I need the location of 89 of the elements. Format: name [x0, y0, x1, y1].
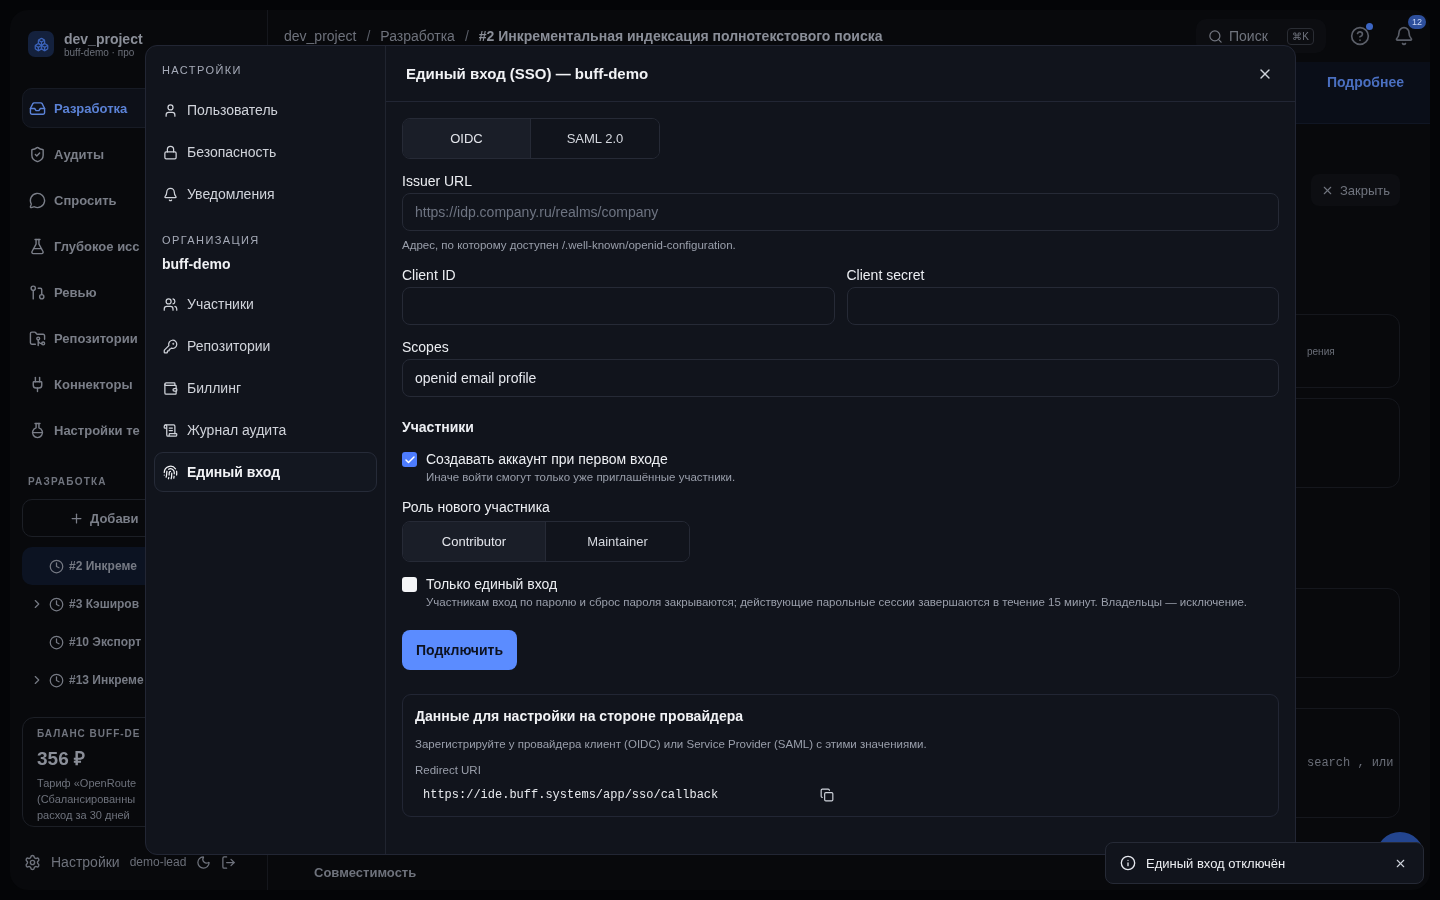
card-title: Данные для настройки на стороне провайдера [415, 708, 744, 724]
card-description: Зарегистрируйте у провайдера клиент (OIDC) или Service Provider (SAML) с этими значениями. [415, 738, 928, 750]
breadcrumb[interactable]: Разработка [380, 28, 455, 44]
tab-label[interactable]: Совместимость [314, 864, 417, 880]
flask-icon [29, 421, 46, 439]
search-icon [1208, 28, 1223, 44]
settings-nav-item[interactable]: Участники [154, 284, 377, 324]
field-label: Client ID [402, 267, 457, 285]
balance-text: (Сбалансированны [37, 792, 137, 807]
checkbox-label: Создавать аккаунт при первом входе [426, 451, 669, 467]
scroll-icon [163, 422, 178, 438]
checkbox[interactable] [402, 452, 417, 467]
project-logo [28, 31, 54, 57]
key-icon [163, 338, 178, 354]
field-label: Issuer URL [402, 173, 474, 191]
task-item[interactable]: #13 Инкреме [22, 661, 255, 699]
role-option[interactable]: Contributor [403, 522, 546, 561]
task-item[interactable]: #3 Кэширов [22, 585, 255, 623]
card-text: search , или [1307, 756, 1394, 770]
chat-icon [29, 191, 46, 209]
balance-title: БАЛАНС BUFF-DE [37, 728, 142, 739]
clock-icon [49, 558, 64, 574]
field-label: Redirect URI [415, 764, 482, 776]
inbox-icon [29, 99, 46, 117]
users-icon [163, 296, 178, 312]
details-link[interactable]: Подробнее [1326, 74, 1404, 90]
card-text: рения [1307, 345, 1335, 357]
breadcrumb-separator: / [366, 28, 371, 44]
client-id-field[interactable] [402, 287, 835, 325]
pull-request-icon [29, 283, 46, 301]
logout-icon[interactable] [221, 854, 237, 870]
field-label: Scopes [402, 339, 450, 357]
breadcrumb-separator: / [464, 28, 469, 44]
protocol-option[interactable]: OIDC [403, 119, 531, 158]
toast-message: Единый вход отключён [1146, 855, 1287, 871]
task-item[interactable]: #10 Экспорт [22, 623, 255, 661]
settings-nav-item[interactable]: Уведомления [154, 174, 377, 214]
connect-button[interactable]: Подключить [402, 630, 517, 670]
scopes-field[interactable]: openid email profile [402, 359, 1279, 397]
settings-nav-item[interactable]: Журнал аудита [154, 410, 377, 450]
client-secret-field[interactable] [846, 287, 1279, 325]
field-hint: Адрес, по которому доступен /.well-known/openid-configuration. [402, 238, 737, 253]
user-icon [163, 102, 178, 118]
folder-icon [29, 329, 46, 347]
clock-icon [49, 596, 64, 612]
field-label: Роль нового участника [402, 499, 551, 517]
fingerprint-icon [163, 464, 178, 480]
checkbox-hint: Участникам вход по паролю и сброс пароля закрываются; действующие парольные сессии завершаются в течение 15 минут. Владельцы — исключение. [426, 595, 1248, 610]
balance-text: расход за 30 дней [37, 808, 131, 823]
sidebar-heading: НАСТРОЙКИ [161, 64, 243, 78]
settings-nav-item[interactable]: Биллинг [154, 368, 377, 408]
checkbox-hint: Иначе войти смогут только уже приглашённые участники. [426, 470, 736, 485]
sidebar-heading: ОРГАНИЗАЦИЯ [161, 234, 261, 248]
close-button[interactable]: Закрыть [1310, 174, 1400, 206]
breadcrumb[interactable]: #2 Инкрементальная индексация полнотекстового поиска [478, 28, 883, 44]
redirect-uri: https://ide.buff.systems/app/sso/callback [423, 788, 719, 802]
lock-icon [163, 144, 178, 160]
balance-amount: 356 ₽ [37, 747, 86, 771]
breadcrumb[interactable]: dev_project [284, 28, 357, 44]
shortcut-key: ⌘K [1287, 27, 1314, 45]
dialog-title: Единый вход (SSO) — buff-demo [406, 65, 649, 82]
settings-icon [24, 853, 41, 871]
flask-icon [29, 237, 46, 255]
shield-icon [29, 145, 46, 163]
project-name: dev_project [64, 30, 143, 47]
settings-nav-item[interactable]: Безопасность [154, 132, 377, 172]
help-icon[interactable] [1350, 26, 1370, 46]
checkbox[interactable] [402, 577, 417, 592]
settings-nav-item[interactable]: Репозитории [154, 326, 377, 366]
plus-icon [69, 510, 84, 526]
bell-icon[interactable] [1394, 26, 1414, 46]
project-subtitle: buff-demo · про [64, 46, 135, 58]
field-label: Client secret [846, 267, 926, 285]
organization-name: buff-demo [161, 256, 232, 272]
settings-nav-item[interactable]: Единый вход [154, 452, 377, 492]
section-title: Участники [402, 419, 475, 435]
checkbox-label: Только единый вход [426, 576, 559, 592]
clock-icon [49, 634, 64, 650]
balance-text: Тариф «OpenRoute [37, 776, 138, 791]
issuer-url-field[interactable]: https://idp.company.ru/realms/company [402, 193, 1279, 231]
section-title: РАЗРАБОТКА [28, 476, 108, 487]
settings-link[interactable]: Настройки [51, 854, 120, 870]
moon-icon[interactable] [196, 854, 212, 870]
info-icon [1120, 855, 1136, 871]
wallet-icon [163, 380, 178, 396]
user-name: demo-lead [129, 855, 187, 869]
clock-icon [49, 672, 64, 688]
notification-count: 12 [1408, 15, 1426, 29]
bell-icon [163, 186, 178, 202]
